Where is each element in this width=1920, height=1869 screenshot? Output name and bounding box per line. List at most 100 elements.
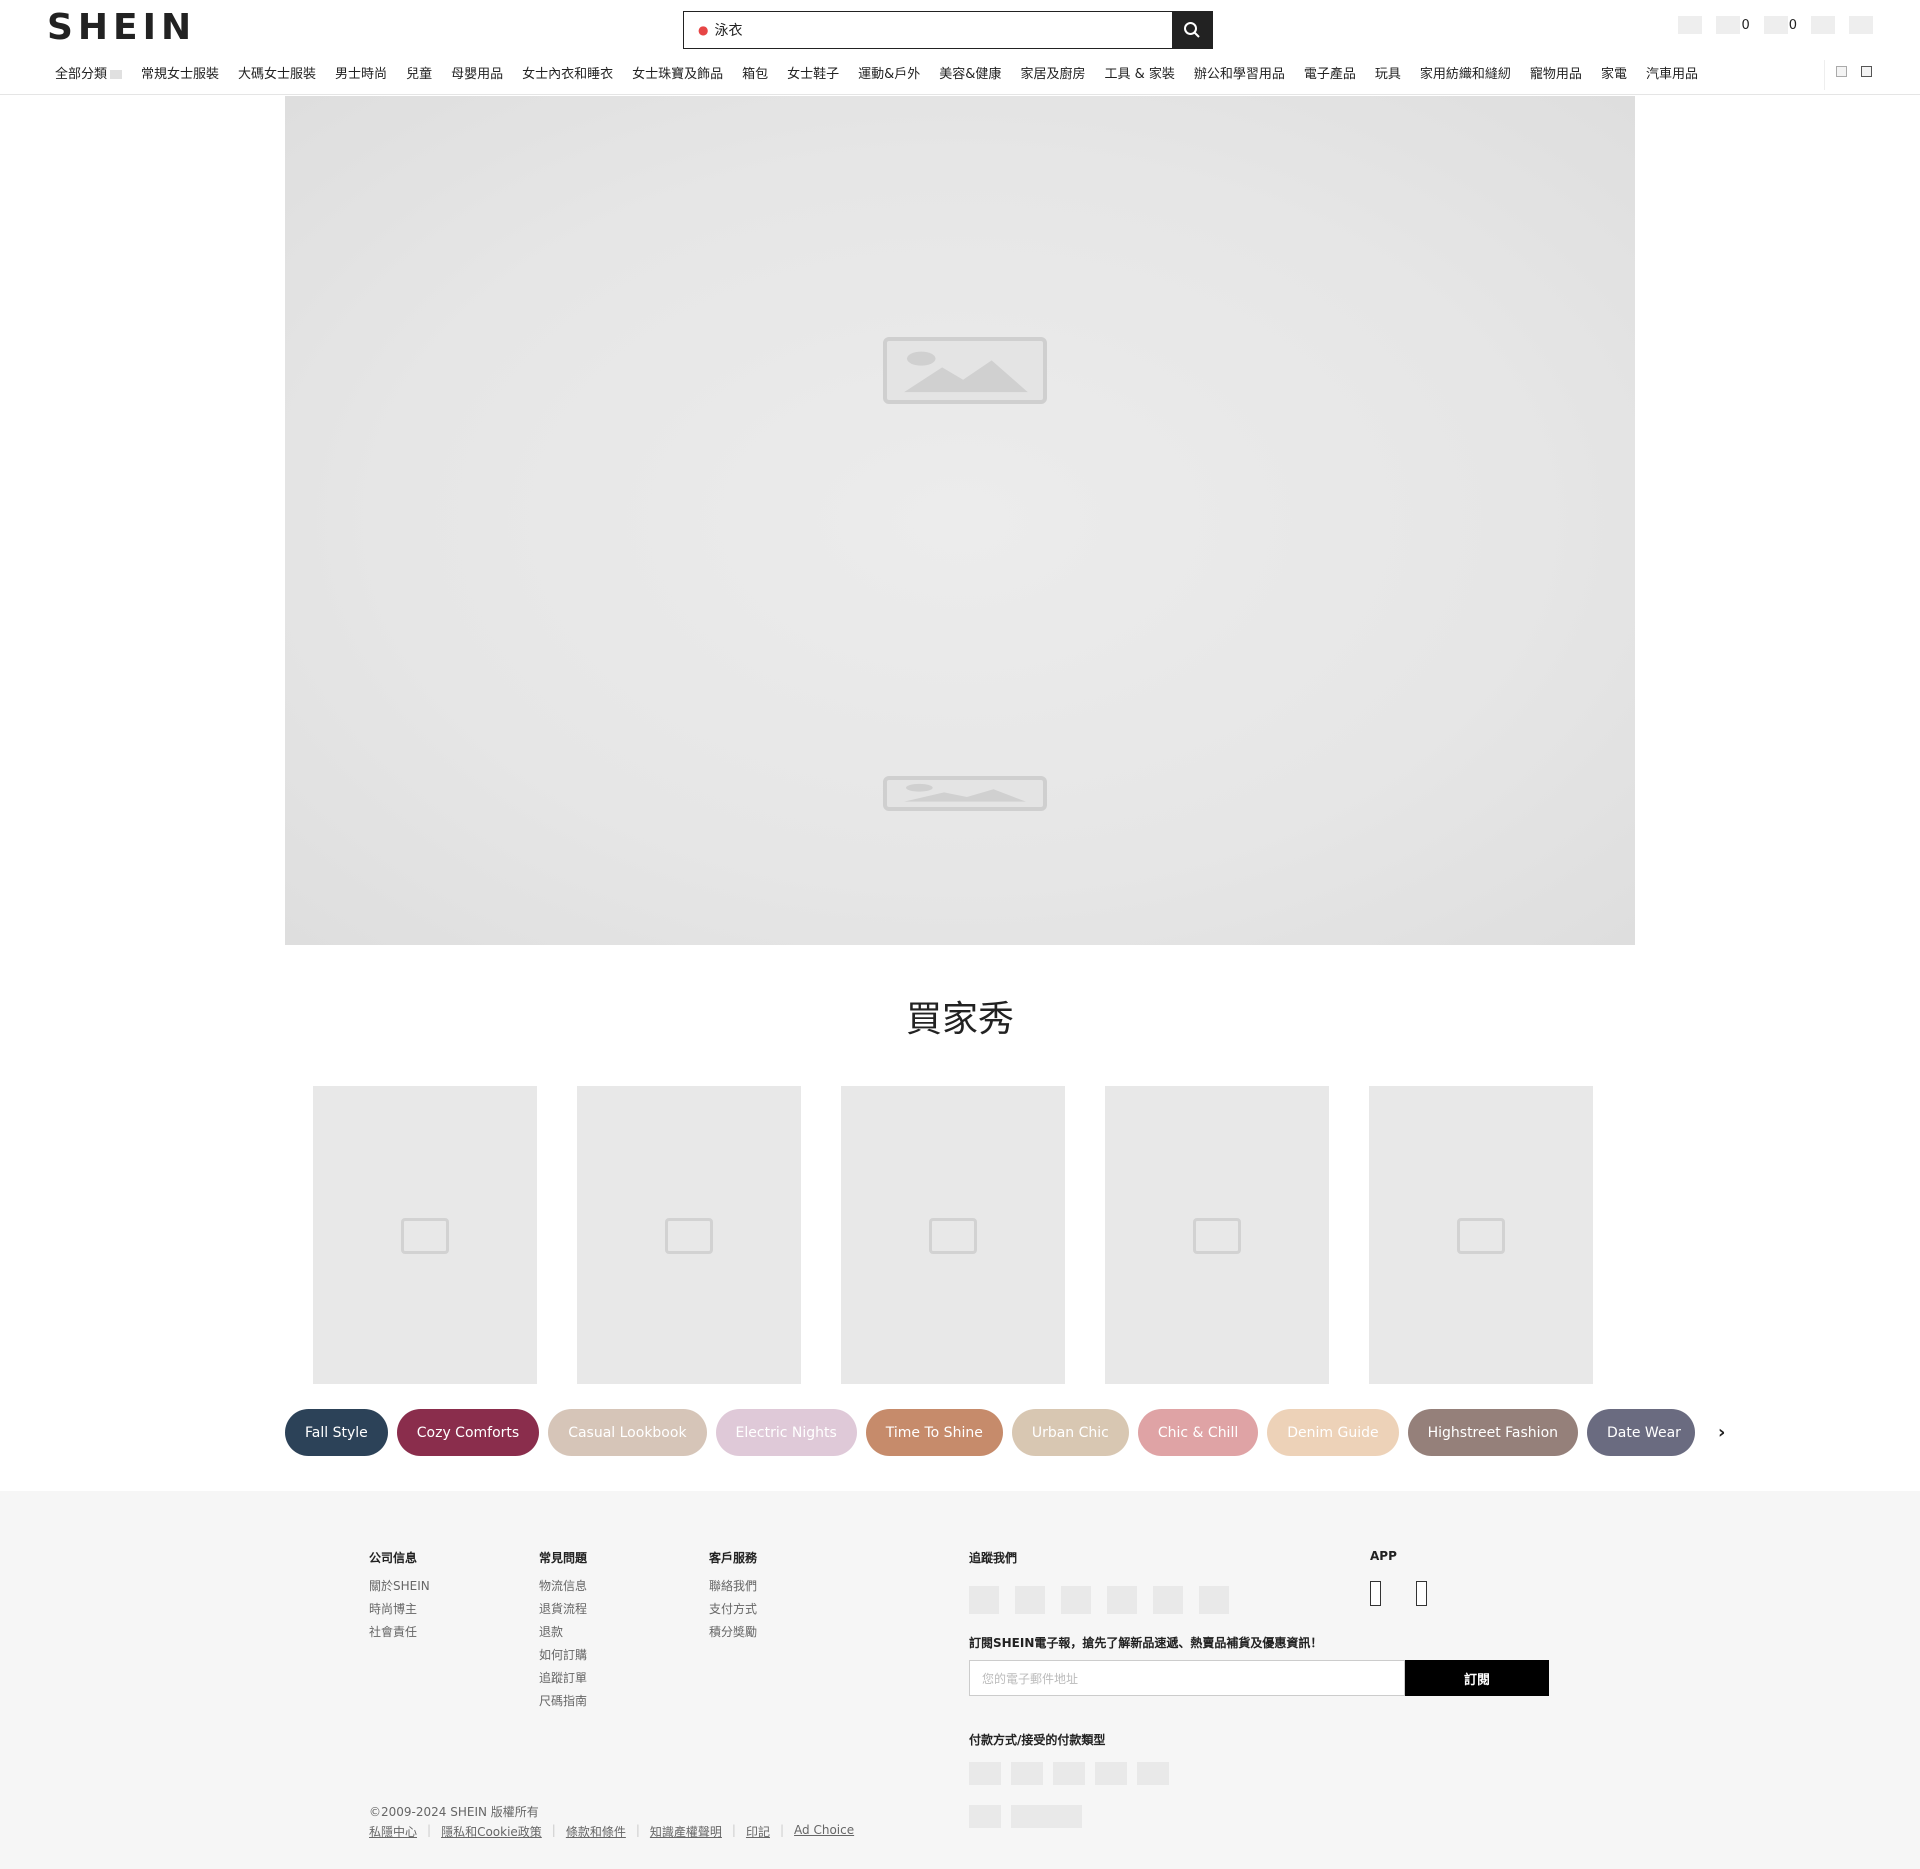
- nav-item[interactable]: 美容&健康: [939, 66, 1001, 84]
- shein-logo[interactable]: SHEIN: [47, 6, 196, 50]
- nav-item[interactable]: 家用紡織和縫紉: [1420, 66, 1511, 84]
- nav-item[interactable]: 家居及廚房: [1020, 66, 1085, 84]
- footer-link[interactable]: 積分獎勵: [709, 1621, 757, 1644]
- style-tag[interactable]: Date Wear: [1587, 1409, 1696, 1456]
- style-tag[interactable]: Fall Style: [285, 1409, 388, 1456]
- footer-link[interactable]: 物流信息: [539, 1575, 587, 1598]
- jcb-icon: [1137, 1762, 1169, 1785]
- footer-heading: 常見問題: [539, 1551, 588, 1565]
- style-tag[interactable]: Electric Nights: [715, 1409, 857, 1456]
- footer-link[interactable]: 聯絡我們: [709, 1575, 757, 1598]
- footer-link[interactable]: 尺碼指南: [539, 1690, 587, 1713]
- amex-icon: [1053, 1762, 1085, 1785]
- legal-link[interactable]: 條款和條件: [566, 1823, 626, 1840]
- pinterest-icon[interactable]: [1153, 1586, 1183, 1614]
- subscribe-button[interactable]: 訂閱: [1405, 1660, 1549, 1696]
- footer-link[interactable]: 如何訂購: [539, 1644, 587, 1667]
- nav-item[interactable]: 常規女士服裝: [141, 66, 219, 84]
- nav-item[interactable]: 辦公和學習用品: [1194, 66, 1285, 84]
- chevron-right-icon[interactable]: ›: [1718, 1422, 1725, 1443]
- legal-links: 私隱中心 | 隱私和Cookie政策 | 條款和條件 | 知識產權聲明 | 印記 | Ad…: [369, 1823, 855, 1840]
- image-placeholder-icon: [1457, 1218, 1505, 1254]
- twitter-icon[interactable]: [1061, 1586, 1091, 1614]
- footer-link[interactable]: 時尚博主: [369, 1598, 430, 1621]
- nav-item[interactable]: 玩具: [1375, 66, 1401, 84]
- grid-icon[interactable]: [1836, 66, 1847, 77]
- nav-item[interactable]: 女士鞋子: [787, 66, 839, 84]
- legal-link[interactable]: 知識產權聲明: [650, 1823, 722, 1840]
- image-placeholder-icon: [401, 1218, 449, 1254]
- footer-service: 客戶服務 聯絡我們 支付方式 積分獎勵: [709, 1549, 757, 1644]
- footer-link[interactable]: 社會責任: [369, 1621, 430, 1644]
- email-field[interactable]: 您的電子郵件地址: [969, 1660, 1405, 1696]
- style-tag[interactable]: Highstreet Fashion: [1407, 1409, 1579, 1456]
- wishlist-count: 0: [1741, 17, 1750, 33]
- footer-link[interactable]: 追蹤訂單: [539, 1667, 587, 1690]
- search-input[interactable]: ● 泳衣: [684, 12, 1172, 48]
- footer-follow: 追蹤我們: [969, 1549, 1229, 1614]
- footer-link[interactable]: 支付方式: [709, 1598, 757, 1621]
- payment-icon: [1011, 1805, 1082, 1828]
- style-tag[interactable]: Casual Lookbook: [548, 1409, 707, 1456]
- newsletter: 訂閱SHEIN電子報，搶先了解新品速遞、熱賣品補貨及優惠資訊！ 您的電子郵件地址…: [969, 1634, 1549, 1696]
- nav-item[interactable]: 運動&戶外: [858, 66, 920, 84]
- style-tag[interactable]: Time To Shine: [865, 1409, 1003, 1456]
- visa-icon: [969, 1762, 1001, 1785]
- style-tags: Fall Style Cozy Comforts Casual Lookbook…: [285, 1409, 1725, 1456]
- legal-link[interactable]: Ad Choice: [794, 1823, 854, 1840]
- search-button[interactable]: [1172, 12, 1212, 48]
- nav-item[interactable]: 兒童: [406, 66, 432, 84]
- youtube-icon[interactable]: [1107, 1586, 1137, 1614]
- nav-item[interactable]: 大碼女士服裝: [238, 66, 316, 84]
- nav-item[interactable]: 汽車用品: [1646, 66, 1698, 84]
- cart-icon[interactable]: 0: [1763, 16, 1797, 34]
- footer-heading: 公司信息: [369, 1551, 418, 1565]
- facebook-icon[interactable]: [969, 1586, 999, 1614]
- nav-item[interactable]: 女士內衣和睡衣: [522, 66, 613, 84]
- search-bar: ● 泳衣: [683, 11, 1213, 49]
- nav-item[interactable]: 寵物用品: [1530, 66, 1582, 84]
- nav-item[interactable]: 女士珠寶及飾品: [632, 66, 723, 84]
- nav-item[interactable]: 箱包: [742, 66, 768, 84]
- style-tag[interactable]: Urban Chic: [1011, 1409, 1129, 1456]
- android-icon[interactable]: [1416, 1581, 1427, 1606]
- user-icon[interactable]: [1678, 16, 1703, 34]
- site-footer: 公司信息 關於SHEIN 時尚博主 社會責任 常見問題 物流信息 退貨流程 退款…: [0, 1491, 1920, 1869]
- style-tag[interactable]: Chic & Chill: [1137, 1409, 1259, 1456]
- nav-item[interactable]: 男士時尚: [335, 66, 387, 84]
- buyer-show-card[interactable]: [313, 1086, 537, 1384]
- legal-link[interactable]: 隱私和Cookie政策: [441, 1823, 542, 1840]
- buyer-show-card[interactable]: [841, 1086, 1065, 1384]
- style-tag[interactable]: Cozy Comforts: [396, 1409, 540, 1456]
- globe-icon[interactable]: [1811, 16, 1835, 34]
- tiktok-icon[interactable]: [1199, 1586, 1229, 1614]
- help-icon[interactable]: [1849, 16, 1873, 34]
- nav-item[interactable]: 電子產品: [1304, 66, 1356, 84]
- nav-item[interactable]: 工具 & 家裝: [1104, 66, 1174, 84]
- buyer-show-card[interactable]: [1105, 1086, 1329, 1384]
- cart-count: 0: [1788, 17, 1797, 33]
- instagram-icon[interactable]: [1015, 1586, 1045, 1614]
- fire-icon: ●: [698, 23, 709, 37]
- buyer-show-card[interactable]: [1369, 1086, 1593, 1384]
- wishlist-icon[interactable]: 0: [1716, 16, 1750, 34]
- style-tag[interactable]: Denim Guide: [1267, 1409, 1399, 1456]
- buyer-show-card[interactable]: [577, 1086, 801, 1384]
- legal-link[interactable]: 私隱中心: [369, 1823, 417, 1840]
- apple-icon[interactable]: [1370, 1581, 1381, 1606]
- image-placeholder-icon: [929, 1218, 977, 1254]
- footer-link[interactable]: 關於SHEIN: [369, 1575, 430, 1598]
- footer-link[interactable]: 退款: [539, 1621, 587, 1644]
- footer-app: APP: [1370, 1549, 1427, 1606]
- paypal-icon: [1095, 1762, 1127, 1785]
- nav-item-all[interactable]: 全部分類: [55, 66, 123, 84]
- legal-link[interactable]: 印記: [746, 1823, 770, 1840]
- search-query: 泳衣: [714, 23, 743, 39]
- mastercard-icon: [1011, 1762, 1043, 1785]
- footer-company: 公司信息 關於SHEIN 時尚博主 社會責任: [369, 1549, 430, 1644]
- footer-link[interactable]: 退貨流程: [539, 1598, 587, 1621]
- nav-item[interactable]: 家電: [1601, 66, 1627, 84]
- nav-item[interactable]: 母嬰用品: [451, 66, 503, 84]
- list-icon[interactable]: [1861, 66, 1872, 77]
- hero-banner[interactable]: [285, 96, 1635, 945]
